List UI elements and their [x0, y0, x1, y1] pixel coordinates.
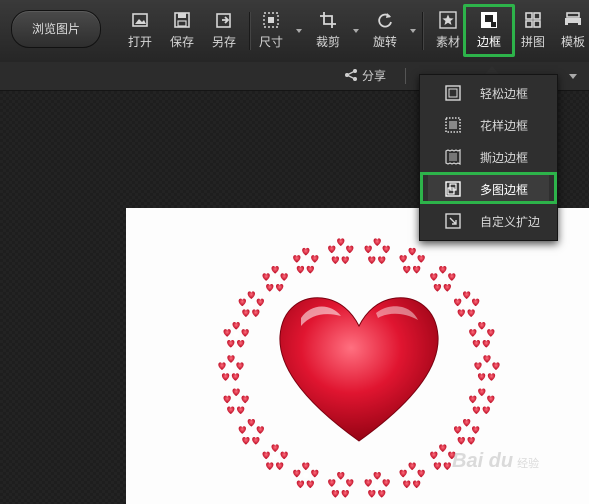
- wreath-flower: [224, 322, 249, 348]
- template-button[interactable]: 模板: [557, 9, 589, 55]
- share-label: 分享: [362, 69, 387, 83]
- wreath-flower: [293, 463, 318, 489]
- border-dropdown-menu: 轻松边框 花样边框 撕边边框 多图边框 自定义扩边: [419, 74, 558, 241]
- baidu-watermark: Bai du 经验: [452, 450, 540, 472]
- wreath-flower: [469, 388, 494, 414]
- torn-edge-border-icon: [445, 149, 461, 165]
- rotate-label: 旋转: [372, 35, 397, 49]
- wreath-flower: [328, 472, 353, 498]
- multi-image-border-highlight-box: [420, 172, 557, 204]
- wreath-flower: [400, 248, 425, 274]
- material-label: 素材: [435, 35, 460, 49]
- share-button[interactable]: 分享: [344, 67, 386, 84]
- crop-icon: [320, 12, 336, 28]
- menu-item-pattern-border[interactable]: 花样边框: [428, 111, 549, 139]
- wreath-flower: [328, 238, 353, 264]
- save-icon: [174, 12, 190, 28]
- toolbar-divider: [249, 12, 250, 50]
- wreath-flower: [239, 419, 264, 445]
- wreath-flower: [239, 291, 264, 317]
- template-icon: [565, 12, 581, 27]
- collage-button[interactable]: 拼图: [516, 9, 550, 55]
- resize-icon: [263, 12, 279, 28]
- wreath-flower: [263, 444, 288, 470]
- browse-images-button[interactable]: 浏览图片: [11, 10, 101, 48]
- save-label: 保存: [169, 35, 194, 49]
- wreath-flower: [263, 266, 288, 292]
- custom-expand-icon: [445, 213, 461, 229]
- wreath-flower: [224, 388, 249, 414]
- subbar-divider: [405, 68, 406, 84]
- collage-label: 拼图: [520, 35, 545, 49]
- subbar-chevron-down-icon[interactable]: [569, 74, 577, 79]
- material-button[interactable]: 素材: [431, 9, 465, 55]
- wreath-flower: [293, 248, 318, 274]
- wreath-flower: [430, 266, 455, 292]
- main-toolbar: 浏览图片 打开 保存 另存 尺寸 裁剪 旋转 素材 边框 拼图 模板: [0, 0, 589, 63]
- template-label: 模板: [560, 35, 585, 49]
- wreath-flower: [365, 472, 390, 498]
- menu-item-torn-edge-border[interactable]: 撕边边框: [428, 143, 549, 171]
- save-button[interactable]: 保存: [165, 9, 199, 55]
- wreath-flower: [454, 419, 479, 445]
- menu-item-simple-border[interactable]: 轻松边框: [428, 79, 549, 107]
- open-button[interactable]: 打开: [123, 9, 157, 55]
- wreath-flower: [454, 291, 479, 317]
- wreath-flower: [469, 322, 494, 348]
- crop-chevron-down-icon[interactable]: [353, 29, 359, 33]
- save-as-button[interactable]: 另存: [207, 9, 241, 55]
- menu-item-label: 轻松边框: [480, 87, 529, 101]
- resize-button[interactable]: 尺寸: [254, 9, 288, 55]
- rotate-button[interactable]: 旋转: [368, 9, 402, 55]
- save-as-icon: [216, 13, 231, 28]
- crop-button[interactable]: 裁剪: [311, 9, 345, 55]
- rotate-icon: [378, 13, 392, 28]
- crop-label: 裁剪: [315, 35, 340, 49]
- wreath-flower: [218, 355, 243, 381]
- menu-item-label: 花样边框: [480, 119, 529, 133]
- save-as-label: 另存: [211, 35, 236, 49]
- rotate-chevron-down-icon[interactable]: [410, 29, 416, 33]
- border-highlight-box: [463, 4, 515, 57]
- simple-border-icon: [445, 85, 461, 101]
- grid-collage-icon: [525, 12, 541, 28]
- menu-item-label: 自定义扩边: [480, 215, 541, 229]
- pattern-border-icon: [445, 117, 461, 133]
- star-material-icon: [439, 11, 457, 29]
- menu-item-label: 撕边边框: [480, 151, 529, 165]
- menu-item-custom-expand[interactable]: 自定义扩边: [428, 207, 549, 235]
- toolbar-divider: [422, 12, 423, 50]
- resize-chevron-down-icon[interactable]: [296, 29, 302, 33]
- open-label: 打开: [127, 35, 152, 49]
- share-icon: [345, 69, 357, 81]
- wreath-flower: [365, 238, 390, 264]
- wreath-flower: [400, 463, 425, 489]
- resize-label: 尺寸: [258, 35, 283, 49]
- open-image-icon: [132, 13, 148, 27]
- wreath-flower: [474, 355, 499, 381]
